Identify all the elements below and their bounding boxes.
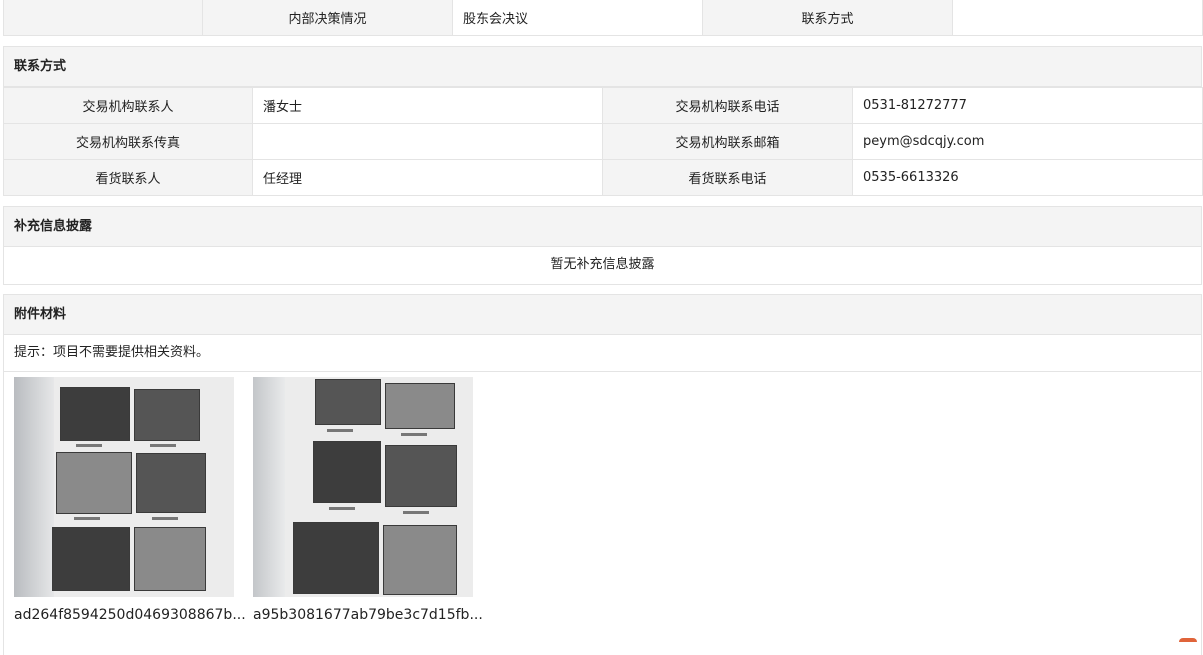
supplement-section-title: 补充信息披露 (4, 207, 1201, 247)
viewing-contact-value: 任经理 (252, 159, 603, 196)
table-row: 看货联系人 任经理 看货联系电话 0535-6613326 (3, 159, 1203, 196)
viewing-phone-label: 看货联系电话 (602, 159, 853, 196)
agency-contact-label: 交易机构联系人 (3, 87, 253, 124)
blank-cell (3, 0, 203, 36)
attachment-filename[interactable]: a95b3081677ab79be3c7d15fb... (253, 607, 483, 623)
corner-widget-icon[interactable] (1179, 638, 1197, 642)
decision-label: 内部决策情况 (202, 0, 453, 36)
viewing-contact-label: 看货联系人 (3, 159, 253, 196)
supplement-empty-text: 暂无补充信息披露 (550, 257, 655, 272)
contact-section-title: 联系方式 (4, 47, 1201, 87)
table-row: 交易机构联系传真 交易机构联系邮箱 peym@sdcqjy.com (3, 123, 1203, 160)
supplement-section: 补充信息披露 暂无补充信息披露 (3, 206, 1202, 285)
agency-contact-value: 潘女士 (252, 87, 603, 124)
agency-email-value: peym@sdcqjy.com (852, 123, 1203, 160)
viewing-phone-value: 0535-6613326 (852, 159, 1203, 196)
contact-method-value (952, 0, 1203, 36)
attachments-hint: 提示：项目不需要提供相关资料。 (4, 335, 1201, 372)
table-row: 交易机构联系人 潘女士 交易机构联系电话 0531-81272777 (3, 87, 1203, 124)
agency-fax-label: 交易机构联系传真 (3, 123, 253, 160)
agency-phone-value: 0531-81272777 (852, 87, 1203, 124)
contact-method-label: 联系方式 (702, 0, 953, 36)
attachment-item[interactable]: ad264f8594250d0469308867b... (14, 377, 246, 623)
attachment-item[interactable]: a95b3081677ab79be3c7d15fb... (253, 377, 483, 623)
attachment-thumbnail[interactable] (14, 377, 234, 597)
contact-section: 联系方式 交易机构联系人 潘女士 交易机构联系电话 0531-81272777 … (3, 46, 1203, 196)
decision-value: 股东会决议 (452, 0, 703, 36)
attachments-section-title: 附件材料 (4, 295, 1201, 335)
agency-phone-label: 交易机构联系电话 (602, 87, 853, 124)
decision-table: 内部决策情况 股东会决议 联系方式 (3, 0, 1203, 36)
contact-table: 交易机构联系人 潘女士 交易机构联系电话 0531-81272777 交易机构联… (3, 87, 1203, 196)
attachments-section: 附件材料 提示：项目不需要提供相关资料。 ad264f8594250d04693… (3, 294, 1202, 655)
attachment-thumbnail[interactable] (253, 377, 473, 597)
agency-fax-value (252, 123, 603, 160)
agency-email-label: 交易机构联系邮箱 (602, 123, 853, 160)
attachment-filename[interactable]: ad264f8594250d0469308867b... (14, 607, 246, 623)
